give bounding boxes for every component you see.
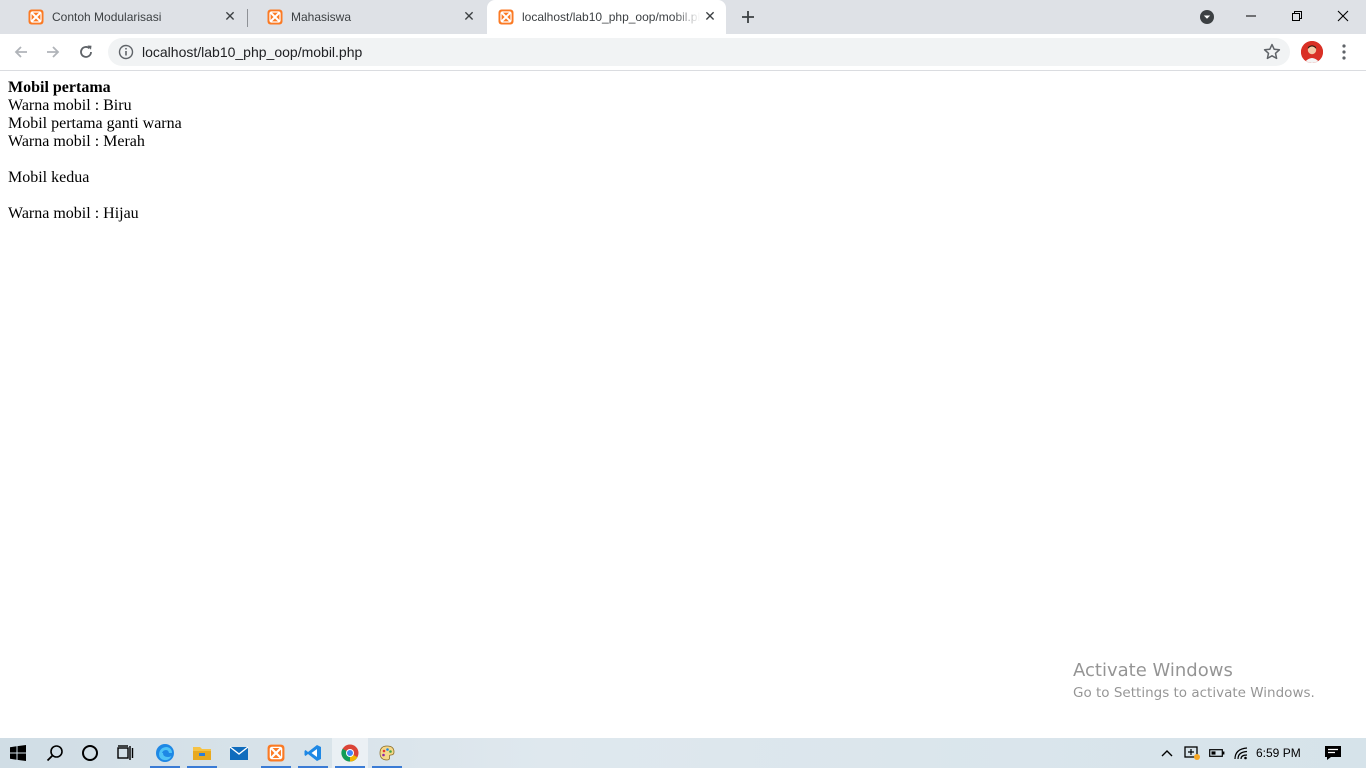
more-menu-icon[interactable] [1334,42,1354,62]
tab-strip: Contoh Modularisasi ✕ Mahasiswa ✕ localh… [0,0,1366,34]
xampp-icon [267,744,285,762]
tab-mahasiswa[interactable]: Mahasiswa ✕ [247,0,485,34]
cortana-button[interactable] [72,738,108,768]
chrome-taskbar-button[interactable] [332,738,368,768]
activate-windows-watermark: Activate Windows Go to Settings to activ… [1073,660,1315,704]
arrow-right-icon [47,46,60,58]
cortana-icon [82,745,98,761]
task-view-icon [117,745,134,760]
notification-icon [1325,746,1341,760]
minimize-button[interactable] [1228,0,1274,32]
reload-button[interactable] [73,39,99,65]
url-text[interactable]: localhost/lab10_php_oop/mobil.php [142,44,362,60]
arrow-left-icon [14,46,27,58]
restore-icon [1292,11,1302,21]
xampp-taskbar-button[interactable] [258,738,294,768]
wifi-icon [1234,747,1248,760]
chrome-icon [341,744,359,762]
bookmark-star-icon[interactable] [1262,42,1282,62]
device-tray-button[interactable] [1181,738,1203,768]
page-content: Mobil pertama Warna mobil : Biru Mobil p… [8,79,182,223]
xampp-icon [267,9,283,25]
close-icon [1337,10,1349,22]
file-explorer-icon [193,747,211,760]
warna-hijau-line: Warna mobil : Hijau [8,205,139,222]
vscode-icon [304,745,321,761]
back-button[interactable] [8,39,34,65]
tab-contoh-modularisasi[interactable]: Contoh Modularisasi ✕ [8,0,246,34]
search-button[interactable] [37,738,73,768]
avatar-icon [1301,41,1323,63]
file-explorer-taskbar-button[interactable] [184,738,220,768]
tab-search-icon[interactable] [1198,8,1216,26]
watermark-subtitle: Go to Settings to activate Windows. [1073,685,1315,701]
warna-merah-line: Warna mobil : Merah [8,133,145,150]
show-hidden-icons-button[interactable] [1158,738,1176,768]
line-break [8,187,182,205]
task-view-button[interactable] [107,738,143,768]
plus-icon [742,11,754,23]
windows-start-icon [10,745,26,761]
restore-button[interactable] [1274,0,1320,32]
paint-taskbar-button[interactable] [369,738,405,768]
profile-avatar[interactable] [1301,41,1323,63]
battery-tray-button[interactable] [1207,738,1227,768]
edge-taskbar-button[interactable] [147,738,183,768]
tab-close-icon[interactable]: ✕ [700,7,720,27]
mail-icon [229,746,249,760]
windows-taskbar: 6:59 PM [0,738,1366,768]
watermark-title: Activate Windows [1073,660,1233,681]
info-icon[interactable] [118,44,134,60]
edge-icon [156,744,174,762]
xampp-icon [28,9,44,25]
ganti-warna-line: Mobil pertama ganti warna [8,115,182,132]
forward-button[interactable] [40,39,66,65]
line-break [8,151,182,169]
tab-title: Mahasiswa [291,10,352,24]
warna-biru-line: Warna mobil : Biru [8,97,132,114]
tab-title: localhost/lab10_php_oop/mobil.php [522,10,700,24]
device-icon [1184,746,1200,760]
battery-icon [1209,749,1225,757]
tab-mobil-php[interactable]: localhost/lab10_php_oop/mobil.php ✕ [487,0,726,34]
tab-title: Contoh Modularisasi [52,10,162,24]
mobil-pertama-heading: Mobil pertama [8,79,111,96]
taskbar-clock[interactable]: 6:59 PM [1256,738,1301,768]
new-tab-button[interactable] [736,5,760,29]
search-icon [46,745,63,762]
browser-toolbar: localhost/lab10_php_oop/mobil.php [0,34,1366,71]
tab-close-icon[interactable]: ✕ [459,7,479,27]
mobil-kedua-line: Mobil kedua [8,169,90,186]
chevron-up-icon [1161,750,1173,757]
paint-icon [379,745,395,761]
address-bar[interactable]: localhost/lab10_php_oop/mobil.php [108,38,1290,66]
close-window-button[interactable] [1320,0,1366,32]
mail-taskbar-button[interactable] [221,738,257,768]
wifi-tray-button[interactable] [1231,738,1251,768]
minimize-icon [1246,15,1256,17]
reload-icon [80,45,92,58]
action-center-button[interactable] [1320,738,1346,768]
tab-close-icon[interactable]: ✕ [220,7,240,27]
xampp-icon [498,9,514,25]
start-button[interactable] [0,738,36,768]
vscode-taskbar-button[interactable] [295,738,331,768]
